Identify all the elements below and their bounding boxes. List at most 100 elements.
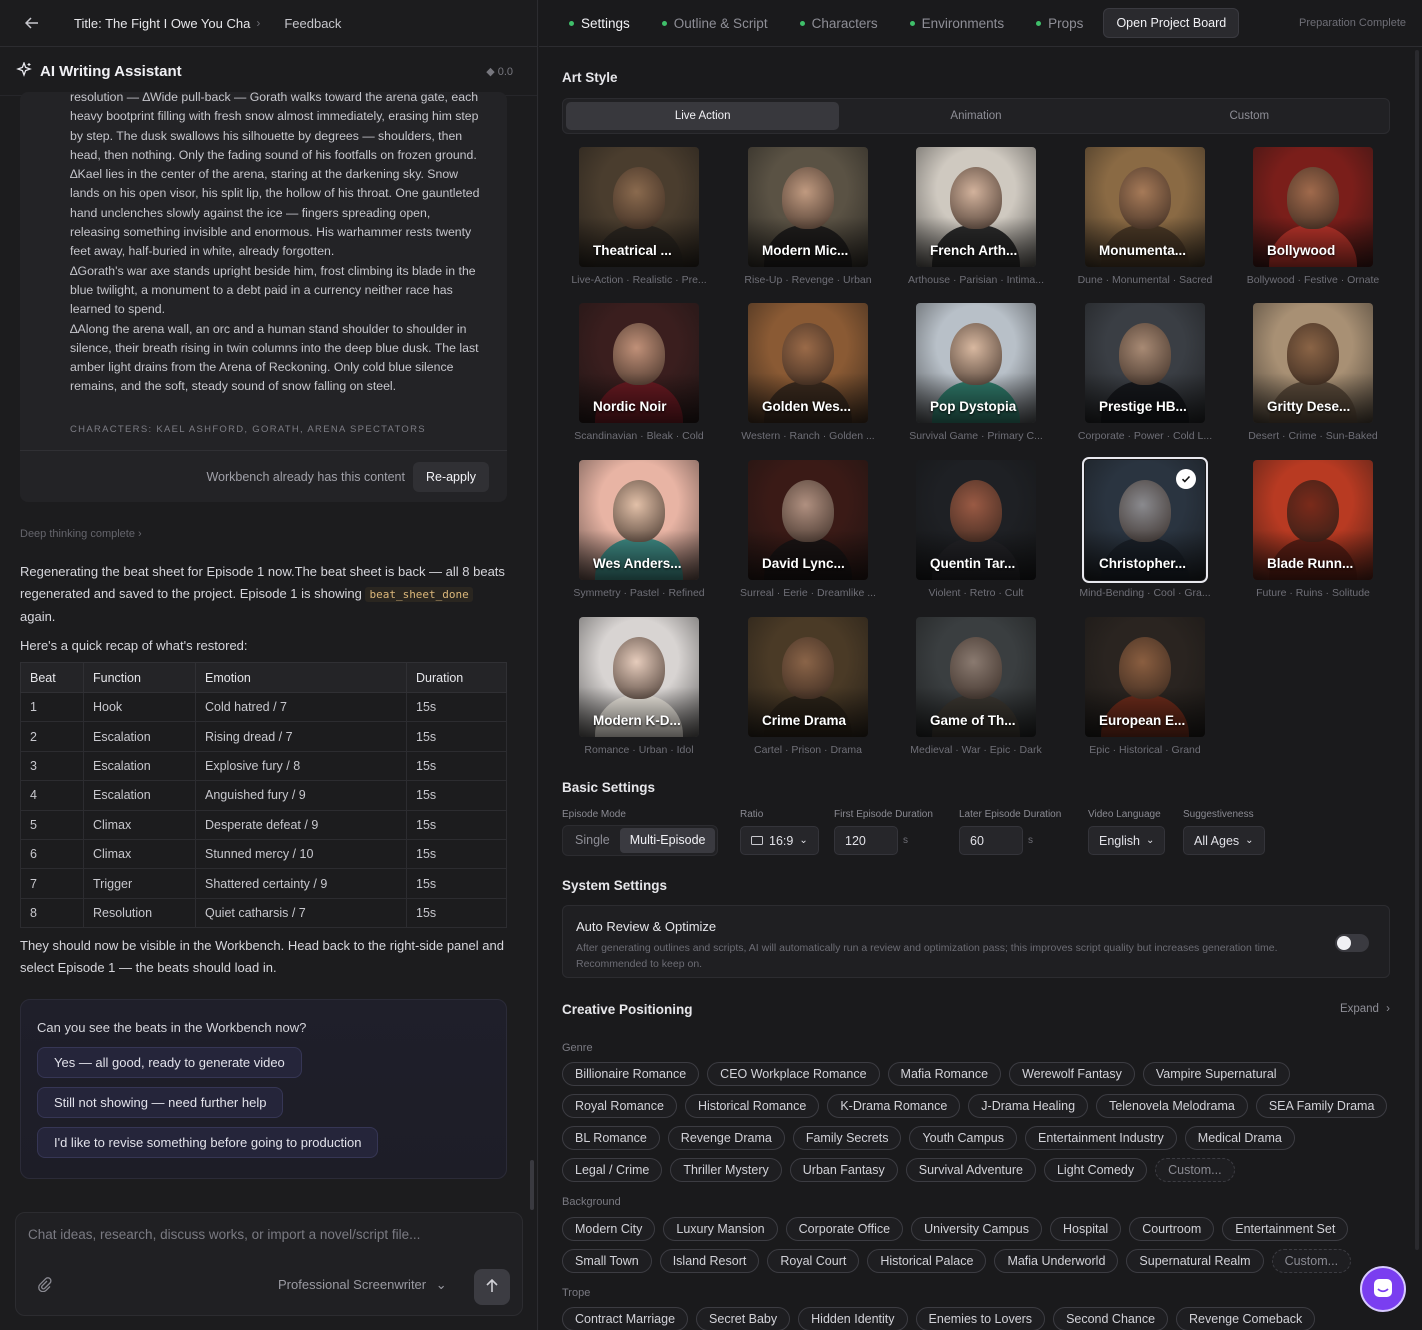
style-card[interactable]: Blade Runn... Future · Ruins · Solitude [1253, 460, 1373, 599]
paperclip-icon[interactable] [36, 1276, 52, 1295]
episode-mode-multi[interactable]: Multi-Episode [619, 828, 716, 853]
style-card[interactable]: Prestige HB... Corporate · Power · Cold L… [1078, 303, 1212, 442]
style-card[interactable]: French Arth... Arthouse · Parisian · Inti… [908, 147, 1044, 286]
later-duration-input[interactable]: 60 [959, 826, 1023, 855]
expand-button[interactable]: Expand › [1340, 1003, 1390, 1015]
tab-settings[interactable]: Settings [569, 16, 630, 31]
genre-chip[interactable]: BL Romance [562, 1126, 660, 1150]
trope-chip[interactable]: Contract Marriage [562, 1307, 689, 1330]
genre-chip[interactable]: Revenge Drama [667, 1126, 785, 1150]
tab-custom[interactable]: Custom [1113, 102, 1386, 130]
deep-thinking-toggle[interactable]: Deep thinking complete › [20, 528, 142, 540]
assistant-header: AI Writing Assistant ◆ 0.0 [0, 47, 537, 96]
chat-bubble-icon [1372, 1277, 1394, 1302]
style-card[interactable]: Wes Anders... Symmetry · Pastel · Refined [573, 460, 705, 599]
style-card[interactable]: Nordic Noir Scandinavian · Bleak · Cold [574, 303, 704, 442]
chat-scrollbar[interactable] [530, 1160, 534, 1210]
option-button[interactable]: Still not showing — need further help [37, 1087, 284, 1118]
background-chip[interactable]: Mafia Underworld [994, 1249, 1119, 1273]
trope-chip[interactable]: Hidden Identity [798, 1307, 908, 1330]
genre-chip[interactable]: Family Secrets [792, 1126, 902, 1150]
option-button[interactable]: I'd like to revise something before goin… [37, 1127, 379, 1158]
background-chip[interactable]: Corporate Office [785, 1217, 904, 1241]
genre-chip[interactable]: K-Drama Romance [827, 1094, 961, 1118]
background-chip[interactable]: Modern City [562, 1217, 656, 1241]
ratio-select[interactable]: 16:9 ⌄ [740, 826, 819, 855]
option-button[interactable]: Yes — all good, ready to generate video [37, 1047, 302, 1078]
genre-chip[interactable]: Mafia Romance [887, 1062, 1002, 1086]
style-card[interactable]: Gritty Dese... Desert · Crime · Sun-Baked [1248, 303, 1378, 442]
genre-chip[interactable]: CEO Workplace Romance [707, 1062, 880, 1086]
style-card[interactable]: European E... Epic · Historical · Grand [1085, 617, 1205, 756]
episode-mode-single[interactable]: Single [565, 828, 620, 853]
genre-chip[interactable]: Thriller Mystery [670, 1158, 782, 1182]
style-card[interactable]: Crime Drama Cartel · Prison · Drama [748, 617, 868, 756]
background-chip[interactable]: Hospital [1050, 1217, 1122, 1241]
tab-props[interactable]: Props [1036, 16, 1083, 31]
send-button[interactable] [474, 1269, 510, 1305]
language-select[interactable]: English ⌄ [1088, 826, 1166, 855]
background-chip[interactable]: Island Resort [659, 1249, 760, 1273]
genre-chip[interactable]: SEA Family Drama [1255, 1094, 1388, 1118]
style-card[interactable]: David Lync... Surreal · Eerie · Dreamlike… [740, 460, 876, 599]
background-chip[interactable]: Supernatural Realm [1126, 1249, 1264, 1273]
style-card[interactable]: Bollywood Bollywood · Festive · Ornate [1247, 147, 1379, 286]
genre-chip[interactable]: Legal / Crime [562, 1158, 663, 1182]
persona-select[interactable]: Professional Screenwriter ⌄ [278, 1277, 447, 1293]
style-card[interactable]: Modern Mic... Rise-Up · Revenge · Urban [744, 147, 872, 286]
genre-chip[interactable]: Royal Romance [562, 1094, 677, 1118]
tab-animation[interactable]: Animation [839, 102, 1112, 130]
suggestiveness-select[interactable]: All Ages ⌄ [1183, 826, 1265, 855]
genre-chip[interactable]: Telenovela Melodrama [1096, 1094, 1248, 1118]
genre-chip[interactable]: Vampire Supernatural [1142, 1062, 1290, 1086]
background-chip[interactable]: Luxury Mansion [663, 1217, 778, 1241]
genre-chip[interactable]: Werewolf Fantasy [1009, 1062, 1135, 1086]
genre-chip[interactable]: Entertainment Industry [1025, 1126, 1177, 1150]
genre-chip[interactable]: Survival Adventure [905, 1158, 1036, 1182]
style-card[interactable]: Game of Th... Medieval · War · Epic · Dar… [910, 617, 1042, 756]
background-chip[interactable]: Small Town [562, 1249, 652, 1273]
settings-scrollbar[interactable] [1415, 50, 1419, 1250]
arrow-left-icon[interactable] [20, 11, 44, 35]
project-title[interactable]: Title: The Fight I Owe You Cha [74, 16, 250, 31]
trope-chip[interactable]: Secret Baby [696, 1307, 791, 1330]
first-duration-input[interactable]: 120 [834, 826, 898, 855]
style-card[interactable]: Pop Dystopia Survival Game · Primary C... [909, 303, 1043, 442]
custom-chip[interactable]: Custom... [1271, 1249, 1352, 1273]
genre-chip[interactable]: Medical Drama [1184, 1126, 1295, 1150]
style-card-tags: Romance · Urban · Idol [584, 744, 694, 756]
tab-characters[interactable]: Characters [799, 16, 878, 31]
tab-live-action[interactable]: Live Action [566, 102, 840, 130]
background-chip[interactable]: Courtroom [1129, 1217, 1215, 1241]
style-card[interactable]: Modern K-D... Romance · Urban · Idol [579, 617, 699, 756]
genre-chip[interactable]: Light Comedy [1043, 1158, 1148, 1182]
genre-chip[interactable]: Youth Campus [909, 1126, 1018, 1150]
background-chip[interactable]: University Campus [911, 1217, 1043, 1241]
genre-chip[interactable]: J-Drama Healing [968, 1094, 1089, 1118]
style-card[interactable]: Christopher... Mind-Bending · Cool · Gra.… [1079, 457, 1211, 599]
tab-environments[interactable]: Environments [909, 16, 1004, 31]
auto-review-toggle[interactable] [1335, 934, 1369, 952]
trope-chip[interactable]: Second Chance [1053, 1307, 1169, 1330]
support-chat-button[interactable] [1360, 1266, 1406, 1312]
style-card-name: Gritty Dese... [1267, 399, 1351, 414]
style-card[interactable]: Golden Wes... Western · Ranch · Golden ..… [741, 303, 875, 442]
custom-chip[interactable]: Custom... [1155, 1158, 1235, 1182]
genre-chip[interactable]: Historical Romance [684, 1094, 820, 1118]
background-chip[interactable]: Royal Court [767, 1249, 860, 1273]
trope-chip[interactable]: Revenge Comeback [1176, 1307, 1316, 1330]
open-project-board-button[interactable]: Open Project Board [1103, 8, 1240, 38]
tab-outline-script[interactable]: Outline & Script [661, 16, 768, 31]
style-card[interactable]: Theatrical ... Live-Action · Realistic · … [571, 147, 707, 286]
style-card[interactable]: Monumenta... Dune · Monumental · Sacred [1078, 147, 1212, 286]
trope-chip[interactable]: Enemies to Lovers [915, 1307, 1046, 1330]
genre-chip[interactable]: Urban Fantasy [789, 1158, 898, 1182]
reapply-button[interactable]: Re-apply [412, 461, 489, 492]
background-chip[interactable]: Entertainment Set [1222, 1217, 1349, 1241]
feedback-link[interactable]: Feedback [284, 16, 341, 31]
background-chip[interactable]: Historical Palace [867, 1249, 987, 1273]
chat-input[interactable] [28, 1227, 508, 1242]
genre-chip[interactable]: Billionaire Romance [562, 1062, 700, 1086]
style-card[interactable]: Quentin Tar... Violent · Retro · Cult [916, 460, 1036, 599]
diamond-icon: ◆ [486, 65, 498, 78]
